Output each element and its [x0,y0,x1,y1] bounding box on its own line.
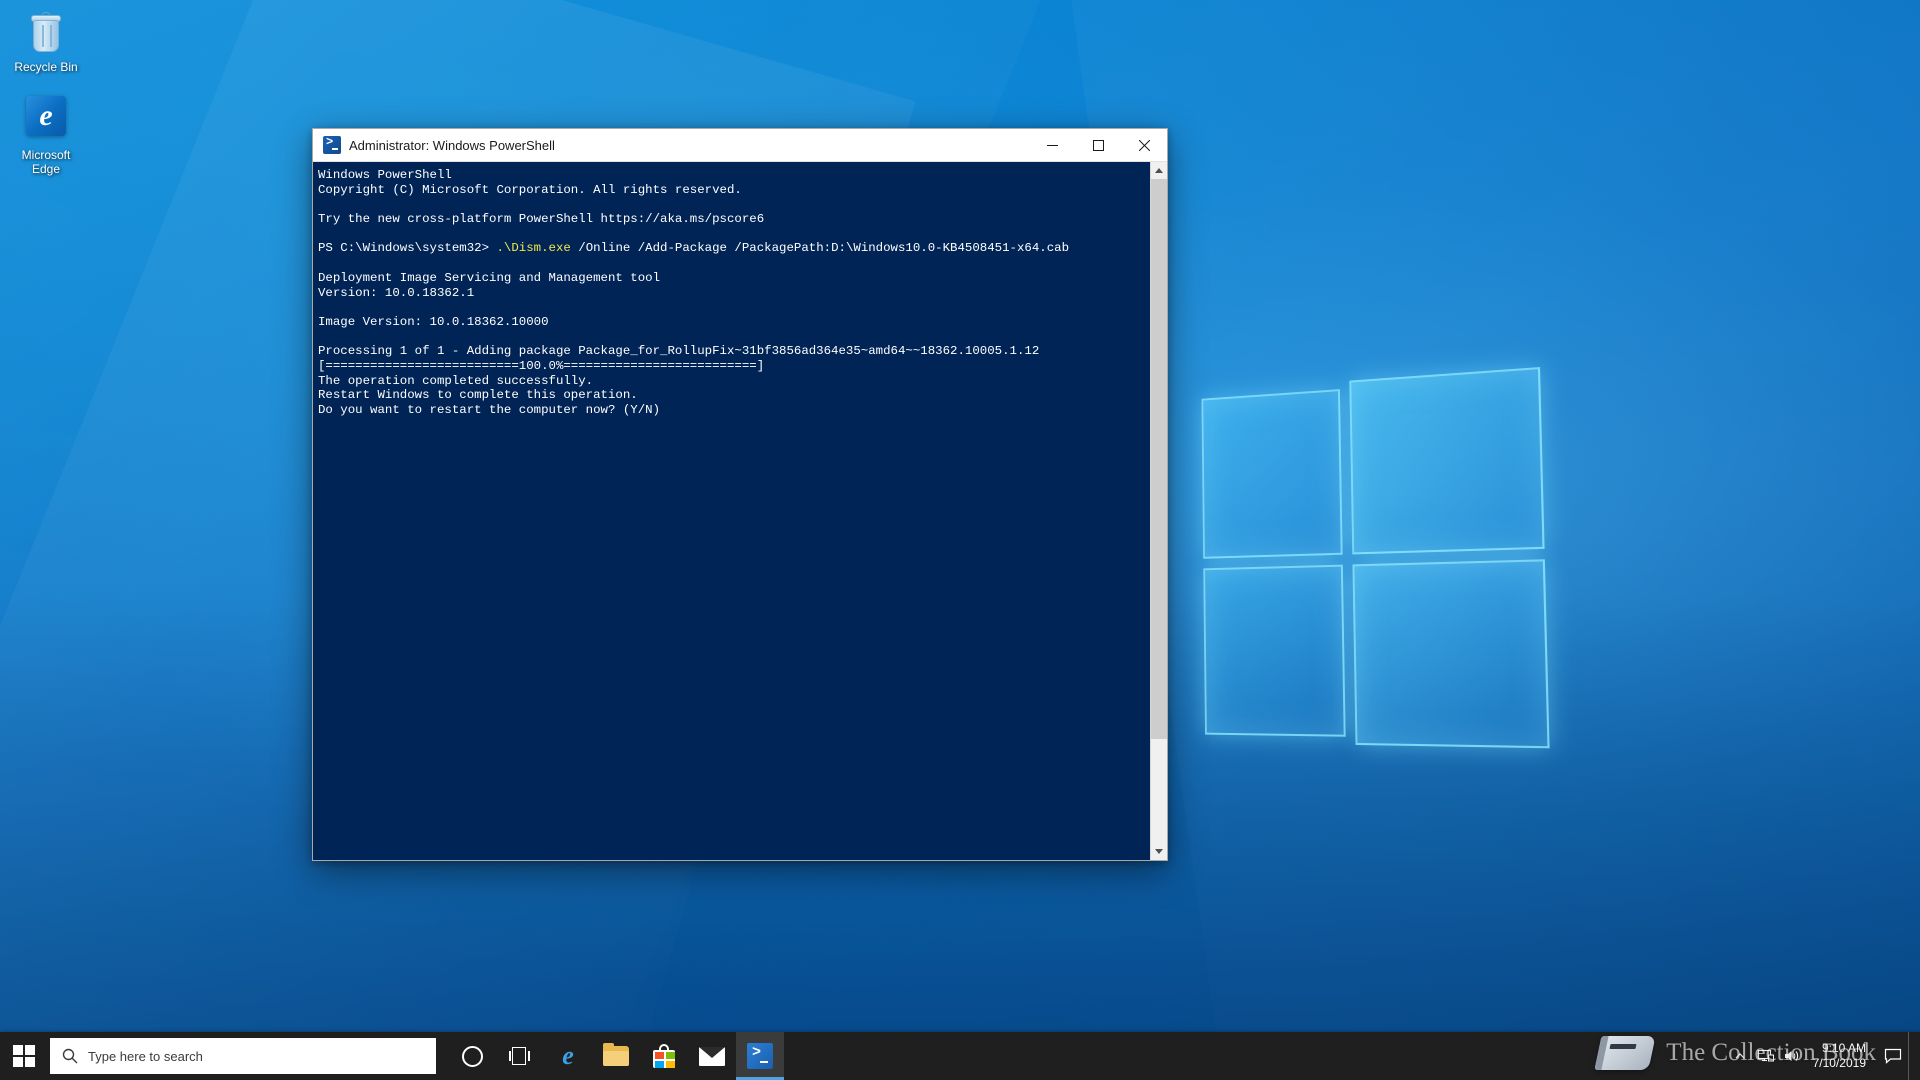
action-center-button[interactable] [1878,1032,1908,1080]
task-view-icon [509,1047,531,1065]
powershell-icon [747,1043,773,1069]
console-prompt: PS C:\Windows\system32> [318,241,497,256]
chevron-up-icon [1155,167,1163,173]
console-command-args: /Online /Add-Package /PackagePath:D:\Win… [570,241,1070,256]
scroll-up-button[interactable] [1150,162,1167,179]
powershell-window[interactable]: Administrator: Windows PowerShell Window… [312,128,1168,861]
search-placeholder-text: Type here to search [88,1048,203,1064]
console-line: PS C:\Windows\system32> .\Dism.exe /Onli… [318,241,1150,256]
taskbar-item-mail[interactable] [688,1032,736,1080]
recycle-bin-icon [22,8,70,56]
clock-date: 7/10/2019 [1812,1056,1866,1070]
logo-pane [1349,367,1545,555]
system-tray: 9:10 AM 7/10/2019 [1727,1032,1920,1080]
logo-pane [1352,559,1550,749]
desktop-icon-label-line2: Edge [31,162,61,176]
console-scrollbar[interactable] [1150,162,1167,860]
desktop-icon-label: Microsoft Edge [22,148,71,176]
logo-pane [1203,564,1346,737]
console-line: Version: 10.0.18362.1 [318,285,475,300]
console-line: Do you want to restart the computer now?… [318,403,661,418]
taskbar: Type here to search e > 9:10 AM 7/10/201… [0,1032,1920,1080]
show-desktop-button[interactable] [1908,1032,1916,1080]
taskbar-item-microsoft-edge[interactable]: e [544,1032,592,1080]
close-button[interactable] [1121,129,1167,162]
taskbar-item-windows-powershell[interactable] [736,1032,784,1080]
scroll-down-button[interactable] [1150,843,1167,860]
search-input[interactable]: Type here to search [50,1038,436,1074]
chevron-up-icon [1735,1053,1745,1059]
console-output[interactable]: Windows PowerShell Copyright (C) Microsof… [313,162,1150,860]
scrollbar-thumb[interactable] [1150,179,1167,739]
maximize-button[interactable] [1075,129,1121,162]
console-command-highlight: .\Dism.exe [496,241,571,256]
desktop-icon-label-line1: Microsoft [21,148,71,162]
console-line: Copyright (C) Microsoft Corporation. All… [318,182,742,197]
desktop-icon-recycle-bin[interactable]: Recycle Bin [2,8,90,74]
desktop-icon-microsoft-edge[interactable]: e Microsoft Edge [2,96,90,176]
console-line: Image Version: 10.0.18362.10000 [318,314,549,329]
clock[interactable]: 9:10 AM 7/10/2019 [1805,1032,1878,1080]
taskbar-item-cortana[interactable] [448,1032,496,1080]
console-line: Windows PowerShell [318,168,452,182]
network-icon [1757,1049,1774,1062]
scrollbar-track[interactable] [1150,179,1167,843]
console-line: Processing 1 of 1 - Adding package Packa… [318,344,1040,359]
search-icon [62,1048,78,1064]
logo-pane [1201,389,1343,559]
taskbar-app-buttons: e [448,1032,784,1080]
window-body: Windows PowerShell Copyright (C) Microsof… [313,162,1167,860]
chevron-down-icon [1155,848,1163,854]
console-line: Try the new cross-platform PowerShell ht… [318,212,765,227]
window-title: Administrator: Windows PowerShell [349,137,555,153]
minimize-icon [1046,144,1058,146]
cortana-icon [461,1045,483,1067]
taskbar-item-task-view[interactable] [496,1032,544,1080]
console-line: [==========================100.0%=======… [318,359,765,374]
desktop-icon-label: Recycle Bin [14,60,78,74]
microsoft-edge-icon: e [22,96,70,144]
microsoft-edge-icon: e [562,1041,574,1070]
close-icon [1138,139,1150,151]
windows-start-icon [13,1045,35,1067]
console-line: Restart Windows to complete this operati… [318,388,638,403]
mail-icon [699,1046,725,1066]
show-hidden-icons-button[interactable] [1727,1032,1753,1080]
start-button[interactable] [0,1032,48,1080]
notification-icon [1884,1048,1902,1064]
volume-icon [1784,1051,1798,1061]
file-explorer-icon [603,1043,629,1066]
minimize-button[interactable] [1029,129,1075,162]
console-line: Deployment Image Servicing and Managemen… [318,270,661,285]
maximize-icon [1092,139,1104,151]
powershell-icon [323,135,341,154]
console-line: The operation completed successfully. [318,373,594,388]
windows-logo-wallpaper [1201,367,1550,753]
clock-time: 9:10 AM [1821,1041,1866,1055]
volume-button[interactable] [1779,1032,1805,1080]
window-titlebar[interactable]: Administrator: Windows PowerShell [313,129,1167,162]
network-button[interactable] [1753,1032,1779,1080]
microsoft-store-icon [653,1044,675,1068]
taskbar-item-file-explorer[interactable] [592,1032,640,1080]
taskbar-item-microsoft-store[interactable] [640,1032,688,1080]
